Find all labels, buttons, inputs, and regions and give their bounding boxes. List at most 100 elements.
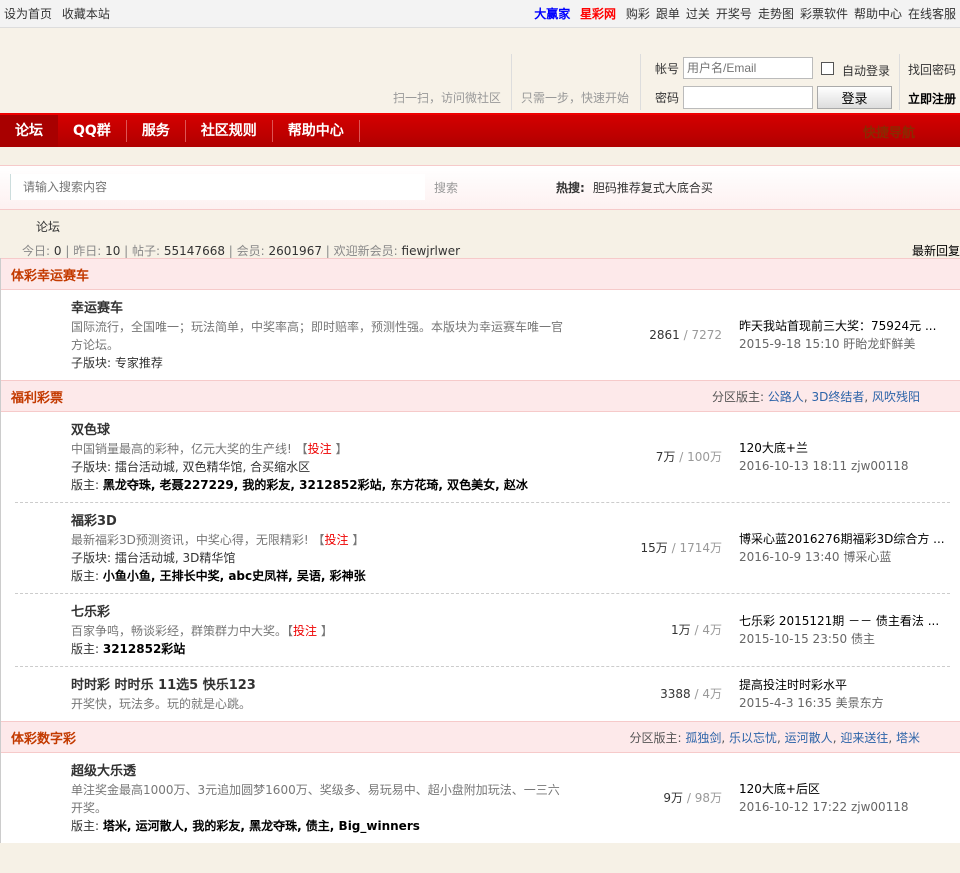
thread-count: 9万	[663, 791, 684, 805]
new-member-link[interactable]: fiewjrlwer	[402, 244, 461, 258]
brand-dayingjia-link[interactable]: 大赢家	[534, 7, 570, 21]
last-post-meta[interactable]: 2016-10-12 17:22 zjw00118	[739, 798, 954, 816]
last-post-meta[interactable]: 2015-9-18 15:10 盱眙龙虾鲜美	[739, 335, 954, 353]
moderators-list[interactable]: 小鱼小鱼, 王排长中奖, abc史凤祥, 吴语, 彩神张	[103, 569, 366, 583]
post-count: 98万	[694, 791, 722, 805]
nav-forum[interactable]: 论坛	[0, 115, 58, 147]
moderator-link[interactable]: 风吹残阳	[872, 390, 920, 404]
section-title[interactable]: 体彩幸运赛车	[11, 265, 89, 284]
post-count-wrap: / 4万	[694, 623, 723, 637]
last-post-meta[interactable]: 2015-4-3 16:35 美景东方	[739, 694, 954, 712]
forum-description: 中国销量最高的彩种，亿元大奖的生产线! 【投注 】	[71, 442, 348, 456]
hot-search-link[interactable]: 复式	[641, 181, 665, 195]
last-post-title[interactable]: 昨天我站首现前三大奖：75924元 ...	[739, 317, 954, 335]
section-title[interactable]: 体彩数字彩	[11, 728, 76, 747]
forum-description: 单注奖金最高1000万、3元追加圆梦1600万、奖级多、易玩易中、超小盘附加玩法…	[71, 781, 571, 817]
forum-description-text: 国际流行，全国唯一；玩法简单，中奖率高；即时赔率，预测性强。本版块为幸运赛车唯一…	[71, 320, 564, 352]
account-input[interactable]	[683, 57, 813, 79]
breadcrumb-forum[interactable]: 论坛	[36, 220, 60, 234]
section-moderators: 分区版主: 孤独剑, 乐以忘忧, 运河散人, 迎来送往, 塔米	[629, 730, 921, 745]
forum-name[interactable]: 超级大乐透	[71, 763, 950, 781]
welcome-label: 欢迎新会员:	[333, 244, 398, 258]
today-count: 0	[53, 244, 62, 258]
thread-count: 7万	[655, 450, 676, 464]
post-count-wrap: / 7272	[683, 328, 722, 342]
password-input[interactable]	[683, 86, 813, 109]
last-post-title[interactable]: 提高投注时时彩水平	[739, 676, 954, 694]
members-label: 会员:	[236, 244, 265, 258]
forum-name[interactable]: 福彩3D	[71, 513, 950, 531]
latest-replies-link[interactable]: 最新回复	[912, 242, 960, 258]
auto-login-label[interactable]: 自动登录	[842, 62, 890, 79]
nav-community-rules[interactable]: 社区规则	[186, 120, 273, 142]
quick-nav-button[interactable]: 快捷导航	[863, 122, 915, 141]
last-post: 120大底+兰 2016-10-13 18:11 zjw00118	[739, 439, 954, 475]
brand-xingcai-link[interactable]: 星彩网	[580, 7, 616, 21]
set-homepage-link[interactable]: 设为首页	[4, 7, 52, 21]
last-post-title[interactable]: 120大底+兰	[739, 439, 954, 457]
moderators-list[interactable]: 黑龙夺珠, 老聂227229, 我的彩友, 3212852彩站, 东方花琦, 双…	[103, 478, 528, 492]
last-post-title[interactable]: 七乐彩 2015121期 －－ 债主看法 ...	[739, 612, 954, 630]
bet-link[interactable]: 投注	[308, 442, 332, 456]
top-link[interactable]: 跟单	[656, 7, 680, 21]
forum-name[interactable]: 幸运赛车	[71, 300, 950, 318]
login-button[interactable]: 登录	[817, 86, 892, 109]
subforums[interactable]: 子版块: 专家推荐	[71, 354, 950, 372]
top-link[interactable]: 过关	[686, 7, 710, 21]
moderators-list[interactable]: 塔米, 运河散人, 我的彩友, 黑龙夺珠, 债主, Big_winners	[103, 819, 420, 833]
moderator-link[interactable]: 迎来送往	[840, 731, 888, 745]
moderator-link[interactable]: 塔米	[896, 731, 920, 745]
forum-row: 超级大乐透 单注奖金最高1000万、3元追加圆梦1600万、奖级多、易玩易中、超小…	[15, 753, 950, 843]
forum-description: 国际流行，全国唯一；玩法简单，中奖率高；即时赔率，预测性强。本版块为幸运赛车唯一…	[71, 318, 571, 354]
find-password-link[interactable]: 找回密码	[908, 61, 956, 78]
last-post-meta[interactable]: 2016-10-9 13:40 博采心蓝	[739, 548, 954, 566]
top-link[interactable]: 帮助中心	[854, 7, 902, 21]
search-input[interactable]	[10, 174, 425, 200]
forum-counts: 1万 / 4万	[671, 621, 722, 639]
last-post-meta[interactable]: 2016-10-13 18:11 zjw00118	[739, 457, 954, 475]
top-link[interactable]: 在线客服	[908, 7, 956, 21]
top-link[interactable]: 开奖号	[716, 7, 752, 21]
section-moderators: 分区版主: 公路人, 3D终结者, 风吹残阳	[711, 389, 920, 404]
forum-moderators: 版主: 塔米, 运河散人, 我的彩友, 黑龙夺珠, 债主, Big_winner…	[71, 817, 950, 835]
hot-search-link[interactable]: 大底	[665, 181, 689, 195]
last-post-title[interactable]: 120大底+后区	[739, 780, 954, 798]
last-post: 七乐彩 2015121期 －－ 债主看法 ... 2015-10-15 23:50…	[739, 612, 954, 648]
search-button[interactable]: 搜索	[434, 179, 458, 196]
nav-qq-group[interactable]: QQ群	[58, 120, 127, 142]
password-label: 密码	[655, 91, 680, 105]
hot-search: 热搜: 胆码推荐复式大底合买	[556, 179, 713, 196]
register-link[interactable]: 立即注册	[908, 90, 956, 107]
forum-counts: 9万 / 98万	[663, 789, 722, 807]
moderator-link[interactable]: 孤独剑	[685, 731, 721, 745]
section-title[interactable]: 福利彩票	[11, 387, 63, 406]
nav-help-center[interactable]: 帮助中心	[273, 120, 360, 142]
forum-counts: 2861 / 7272	[649, 326, 722, 344]
auto-login-checkbox[interactable]	[821, 62, 834, 75]
bet-link[interactable]: 投注	[293, 624, 317, 638]
bet-link[interactable]: 投注	[325, 533, 349, 547]
moderator-link[interactable]: 乐以忘忧	[729, 731, 777, 745]
forum-description-text: 最新福彩3D预测资讯，中奖心得，无限精彩! 【	[71, 533, 325, 547]
top-bar: 设为首页 收藏本站 大赢家 星彩网 购彩 跟单 过关 开奖号 走势图 彩票软件 帮助中心 在线…	[0, 0, 960, 28]
last-post-title[interactable]: 博采心蓝2016276期福彩3D综合方 ...	[739, 530, 954, 548]
hot-search-link[interactable]: 胆码	[593, 181, 617, 195]
forum-description: 开奖快，玩法多。玩的就是心跳。	[71, 695, 571, 713]
last-post-meta[interactable]: 2015-10-15 23:50 债主	[739, 630, 954, 648]
hot-search-link[interactable]: 合买	[689, 181, 713, 195]
last-post: 提高投注时时彩水平 2015-4-3 16:35 美景东方	[739, 676, 954, 712]
top-right-links: 大赢家 星彩网 购彩 跟单 过关 开奖号 走势图 彩票软件 帮助中心 在线客服	[534, 5, 956, 22]
forum-counts: 15万 / 1714万	[640, 539, 722, 557]
top-link[interactable]: 走势图	[758, 7, 794, 21]
nav-service[interactable]: 服务	[127, 120, 186, 142]
moderator-link[interactable]: 3D终结者	[811, 390, 864, 404]
moderators-list[interactable]: 3212852彩站	[103, 642, 185, 656]
hot-search-link[interactable]: 推荐	[617, 181, 641, 195]
moderator-link[interactable]: 运河散人	[785, 731, 833, 745]
forum-section: 福利彩票 分区版主: 公路人, 3D终结者, 风吹残阳双色球中国销量最高的彩种，亿…	[0, 380, 960, 721]
forum-name[interactable]: 双色球	[71, 422, 950, 440]
moderator-link[interactable]: 公路人	[768, 390, 804, 404]
top-link[interactable]: 购彩	[626, 7, 650, 21]
top-link[interactable]: 彩票软件	[800, 7, 848, 21]
bookmark-link[interactable]: 收藏本站	[62, 7, 110, 21]
